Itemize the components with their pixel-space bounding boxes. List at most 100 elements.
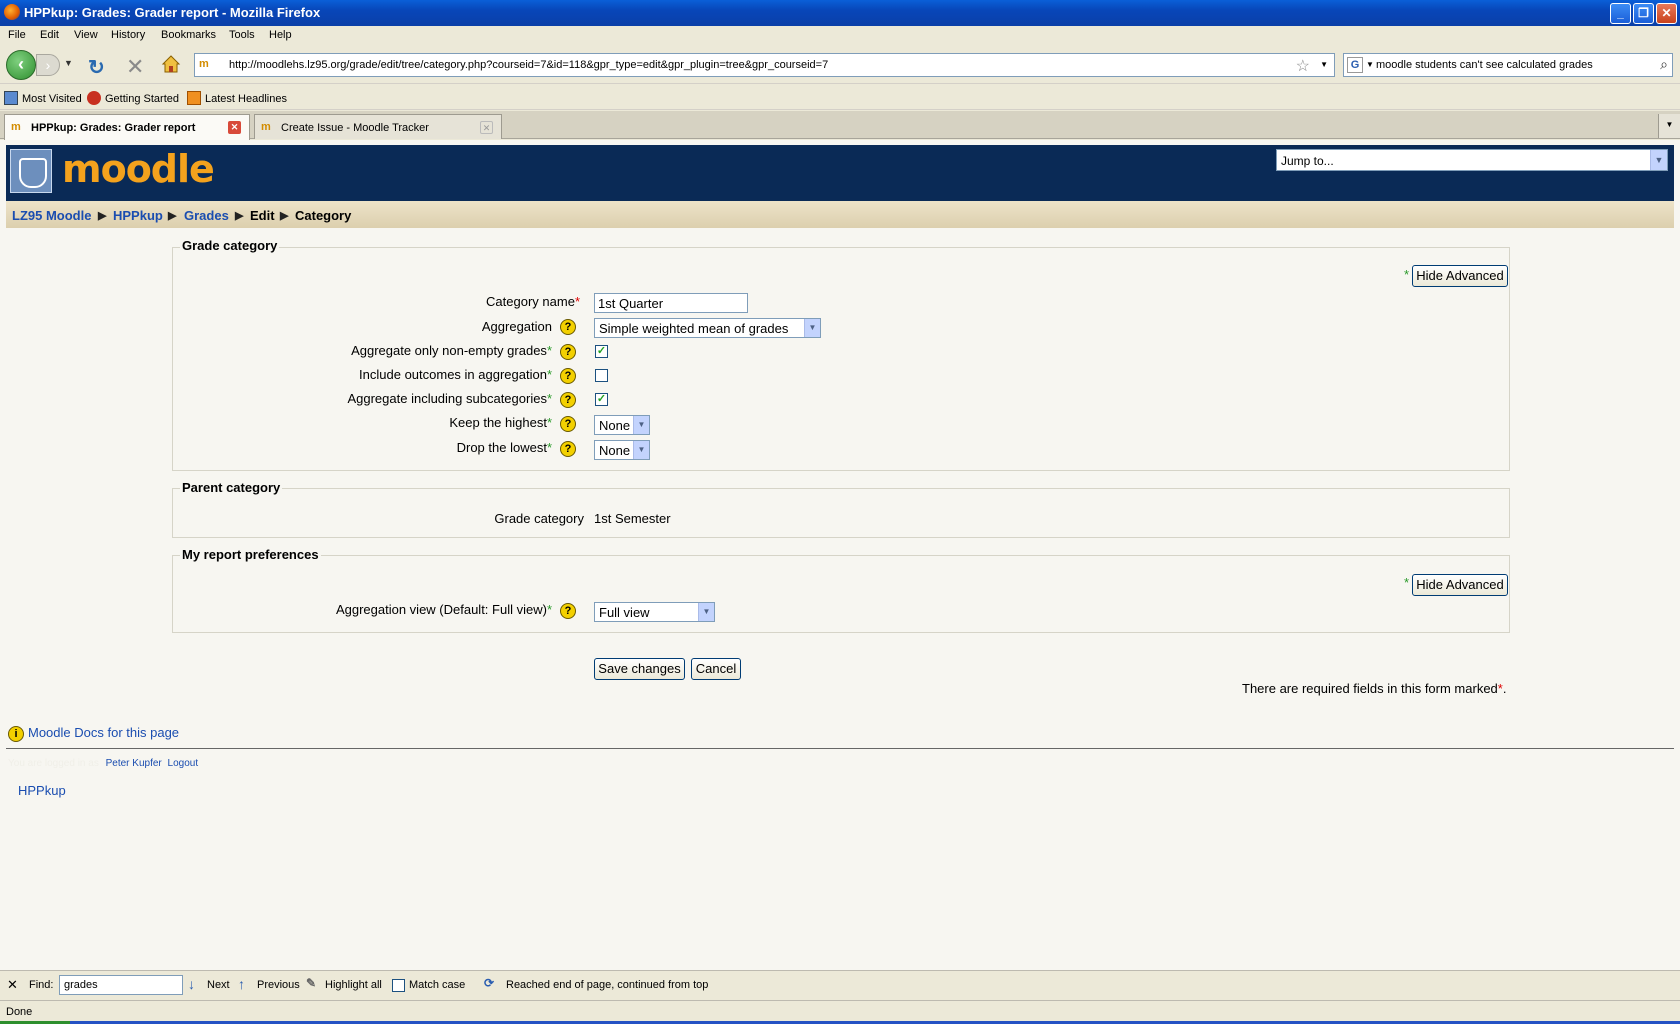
reload-icon[interactable]: ↻ (88, 55, 105, 80)
bookmark-most-visited[interactable]: Most Visited (4, 91, 82, 105)
jump-to-value: Jump to... (1281, 154, 1334, 168)
tab-list-dropdown-icon[interactable]: ▼ (1658, 114, 1680, 138)
jump-to-select[interactable]: Jump to... ▼ (1276, 149, 1668, 171)
close-tab-icon[interactable]: ✕ (228, 121, 241, 134)
aggregation-label: Aggregation (481, 319, 552, 334)
tab-grader-report[interactable]: m HPPkup: Grades: Grader report ✕ (4, 114, 250, 140)
address-bar[interactable]: m http://moodlehs.lz95.org/grade/edit/tr… (194, 53, 1335, 77)
include-outcomes-checkbox[interactable] (595, 369, 608, 382)
help-icon[interactable]: ? (560, 441, 576, 457)
required-fields-note: There are required fields in this form m… (1242, 681, 1507, 696)
menu-view[interactable]: View (74, 29, 98, 41)
menu-help[interactable]: Help (269, 29, 292, 41)
url-dropdown-icon[interactable]: ▼ (1320, 60, 1328, 69)
site-favicon-icon: m (199, 58, 209, 70)
url-text[interactable]: http://moodlehs.lz95.org/grade/edit/tree… (229, 59, 828, 71)
tab-strip: m HPPkup: Grades: Grader report ✕ m Crea… (0, 111, 1680, 140)
find-previous-button[interactable]: Previous (257, 979, 300, 991)
save-changes-button[interactable]: Save changes (594, 658, 685, 680)
chevron-down-icon[interactable]: ▼ (804, 319, 820, 337)
arrow-up-icon[interactable]: ↑ (238, 976, 245, 992)
breadcrumb-grades[interactable]: Grades (184, 208, 229, 223)
close-find-bar-icon[interactable]: ✕ (7, 977, 18, 993)
highlighter-icon[interactable]: ✎ (306, 976, 316, 990)
tab-moodle-tracker[interactable]: m Create Issue - Moodle Tracker ✕ (254, 114, 502, 139)
history-dropdown-icon[interactable]: ▼ (64, 58, 73, 68)
find-next-button[interactable]: Next (207, 979, 230, 991)
aggregate-subcategories-checkbox[interactable]: ✓ (595, 393, 608, 406)
required-marker: * (1497, 681, 1503, 696)
wrapped-icon: ⟳ (484, 976, 495, 990)
chevron-down-icon[interactable]: ▼ (633, 416, 649, 434)
breadcrumb-separator-icon: ▶ (168, 210, 177, 222)
drop-lowest-select[interactable]: None ▼ (594, 440, 650, 460)
aggregate-nonempty-label: Aggregate only non-empty grades* (300, 343, 552, 358)
breadcrumb-separator-icon: ▶ (98, 210, 107, 222)
menu-edit[interactable]: Edit (40, 29, 59, 41)
cancel-button[interactable]: Cancel (691, 658, 741, 680)
category-name-input[interactable] (594, 293, 748, 313)
hide-advanced-button[interactable]: Hide Advanced (1412, 574, 1508, 596)
restore-button[interactable]: ❐ (1633, 3, 1654, 24)
logout-link[interactable]: Logout (168, 758, 199, 769)
user-profile-link[interactable]: Peter Kupfer (106, 758, 162, 769)
back-button[interactable]: ‹ (6, 50, 36, 80)
bookmark-label: Latest Headlines (205, 93, 287, 105)
chevron-down-icon[interactable]: ▼ (1650, 150, 1667, 170)
search-input[interactable] (1376, 57, 1646, 73)
help-icon[interactable]: ? (560, 416, 576, 432)
close-window-button[interactable]: ✕ (1656, 3, 1677, 24)
aggregate-nonempty-checkbox[interactable]: ✓ (595, 345, 608, 358)
keep-highest-select[interactable]: None ▼ (594, 415, 650, 435)
hide-advanced-button[interactable]: Hide Advanced (1412, 265, 1508, 287)
advanced-marker: * (546, 415, 552, 430)
advanced-marker: * (546, 343, 552, 358)
search-bar[interactable]: G ▼ ⌕ (1343, 53, 1673, 77)
bookmark-star-icon[interactable]: ☆ (1296, 56, 1310, 76)
bookmark-getting-started[interactable]: Getting Started (87, 91, 179, 105)
status-text: Done (6, 1006, 33, 1018)
report-preferences-fieldset (172, 555, 1510, 633)
menu-file[interactable]: File (8, 29, 26, 41)
moodle-header: moodle Jump to... ▼ (6, 145, 1674, 201)
arrow-down-icon[interactable]: ↓ (188, 976, 195, 992)
bookmark-latest-headlines[interactable]: Latest Headlines (187, 91, 287, 105)
menu-history[interactable]: History (111, 29, 145, 41)
breadcrumb-lz95-moodle[interactable]: LZ95 Moodle (12, 208, 91, 223)
menu-tools[interactable]: Tools (229, 29, 255, 41)
match-case-checkbox[interactable] (392, 979, 405, 992)
drop-lowest-label: Drop the lowest* (300, 440, 552, 455)
course-home-link[interactable]: HPPkup (18, 783, 66, 798)
stop-icon[interactable]: ✕ (126, 54, 144, 80)
close-tab-icon[interactable]: ✕ (480, 121, 493, 134)
find-input[interactable] (59, 975, 183, 995)
bookmarks-toolbar: Most Visited Getting Started Latest Head… (0, 85, 1680, 110)
search-icon[interactable]: ⌕ (1660, 56, 1668, 73)
match-case-label: Match case (409, 979, 466, 991)
moodle-docs-link[interactable]: Moodle Docs for this page (28, 725, 179, 740)
help-icon[interactable]: ? (560, 344, 576, 360)
school-crest-logo (10, 149, 52, 193)
help-icon[interactable]: ? (560, 392, 576, 408)
forward-button[interactable]: › (36, 54, 60, 76)
help-icon[interactable]: ? (560, 368, 576, 384)
highlight-all-button[interactable]: Highlight all (325, 979, 382, 991)
chevron-down-icon[interactable]: ▼ (698, 603, 714, 621)
menu-bookmarks[interactable]: Bookmarks (161, 29, 216, 41)
help-icon[interactable]: ? (560, 603, 576, 619)
aggregation-view-select[interactable]: Full view ▼ (594, 602, 715, 622)
search-engine-dropdown-icon[interactable]: ▼ (1366, 60, 1374, 69)
aggregation-select[interactable]: Simple weighted mean of grades ▼ (594, 318, 821, 338)
google-icon[interactable]: G (1347, 57, 1363, 73)
advanced-marker: * (546, 602, 552, 617)
bookmark-label: Most Visited (22, 93, 82, 105)
chevron-down-icon[interactable]: ▼ (633, 441, 649, 459)
keep-highest-value: None (599, 418, 631, 433)
rss-feed-icon (187, 91, 201, 105)
minimize-button[interactable]: _ (1610, 3, 1631, 24)
advanced-marker: * (546, 391, 552, 406)
help-icon[interactable]: ? (560, 319, 576, 335)
firefox-bookmark-icon (87, 91, 101, 105)
home-icon[interactable] (161, 54, 181, 74)
breadcrumb-hppkup[interactable]: HPPkup (113, 208, 163, 223)
